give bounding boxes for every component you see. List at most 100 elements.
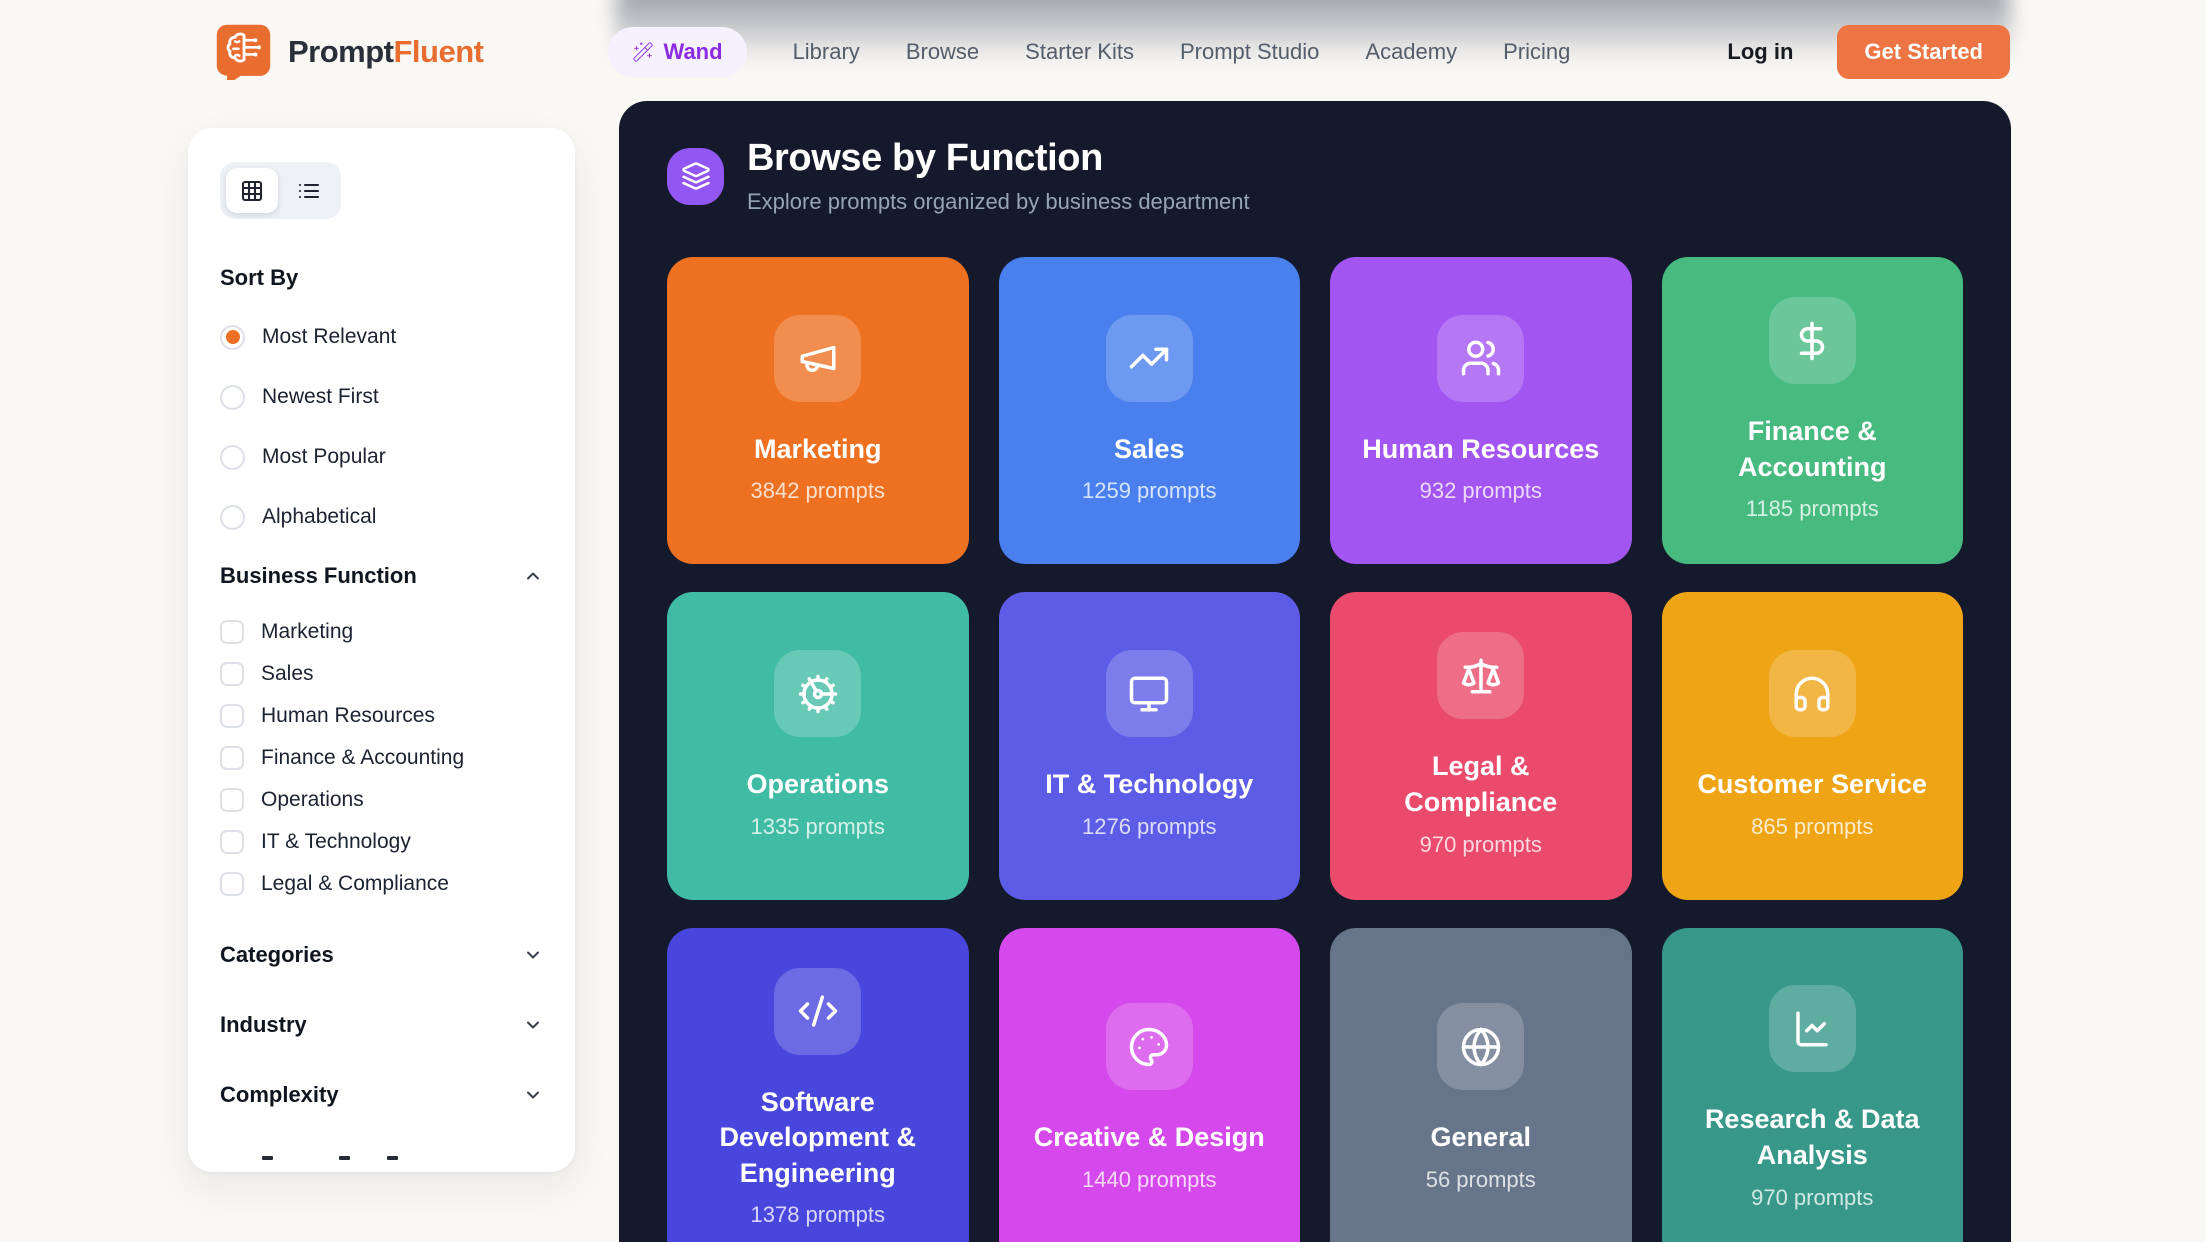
function-card-it-technology[interactable]: IT & Technology 1276 prompts [999, 592, 1301, 899]
business-function-section-header[interactable]: Business Function [220, 563, 543, 589]
function-card-count: 1440 prompts [1082, 1167, 1217, 1193]
sort-option[interactable]: Newest First [220, 383, 543, 411]
nav-item-academy[interactable]: Academy [1365, 39, 1457, 65]
business-function-options: Marketing Sales Human Resources Finance … [220, 617, 543, 898]
headphones-icon [1791, 673, 1833, 715]
function-card-title: Finance & Accounting [1690, 414, 1936, 485]
nav-item-pricing[interactable]: Pricing [1503, 39, 1570, 65]
function-card-title: General [1430, 1120, 1531, 1156]
function-card-title: Sales [1114, 432, 1185, 468]
cog-icon [797, 673, 839, 715]
checkbox[interactable] [220, 662, 244, 686]
sort-option[interactable]: Most Relevant [220, 323, 543, 351]
monitor-icon [1128, 673, 1170, 715]
function-card-title: Software Development & Engineering [695, 1085, 941, 1192]
business-function-option[interactable]: Operations [220, 785, 543, 814]
page-title: Browse by Function [747, 137, 1250, 180]
function-card-software-development-engineering[interactable]: Software Development & Engineering 1378 … [667, 928, 969, 1242]
function-card-count: 970 prompts [1751, 1185, 1873, 1211]
function-card-count: 1185 prompts [1746, 496, 1879, 522]
grid-icon [240, 179, 264, 203]
main-nav: Wand Library Browse Starter Kits Prompt Stud… [608, 27, 1571, 77]
function-card-finance-accounting[interactable]: Finance & Accounting 1185 prompts [1662, 257, 1964, 564]
sort-option[interactable]: Most Popular [220, 443, 543, 471]
function-card-title: Customer Service [1697, 767, 1927, 803]
radio-button[interactable] [220, 385, 245, 410]
nav-item-library[interactable]: Library [793, 39, 860, 65]
function-cards-grid: Marketing 3842 prompts Sales 1259 prompt… [667, 257, 1963, 1242]
browse-by-function-panel: Browse by Function Explore prompts organ… [619, 101, 2011, 1242]
filters-sidebar: Sort By Most Relevant Newest First Most … [188, 128, 575, 1172]
function-card-general[interactable]: General 56 prompts [1330, 928, 1632, 1242]
radio-button[interactable] [220, 325, 245, 350]
function-card-count: 1276 prompts [1082, 814, 1217, 840]
sort-by-heading: Sort By [220, 265, 543, 291]
function-card-research-data-analysis[interactable]: Research & Data Analysis 970 prompts [1662, 928, 1964, 1242]
checkbox-label: Human Resources [261, 704, 435, 728]
business-function-option[interactable]: Sales [220, 659, 543, 688]
checkbox[interactable] [220, 746, 244, 770]
business-function-option[interactable]: Human Resources [220, 701, 543, 730]
megaphone-icon [797, 337, 839, 379]
checkbox[interactable] [220, 704, 244, 728]
business-function-option[interactable]: IT & Technology [220, 827, 543, 856]
radio-button[interactable] [220, 445, 245, 470]
filter-section-categories[interactable]: Categories [220, 942, 543, 968]
top-header: PromptFluent Wand Library Browse Starter Ki… [0, 0, 2206, 103]
nav-item-prompt-studio[interactable]: Prompt Studio [1180, 39, 1319, 65]
function-card-title: Research & Data Analysis [1690, 1102, 1936, 1173]
function-card-count: 1335 prompts [750, 814, 885, 840]
function-card-count: 970 prompts [1420, 832, 1542, 858]
function-card-operations[interactable]: Operations 1335 prompts [667, 592, 969, 899]
login-link[interactable]: Log in [1727, 39, 1793, 65]
get-started-button[interactable]: Get Started [1837, 25, 2010, 79]
function-card-count: 865 prompts [1751, 814, 1873, 840]
palette-icon [1128, 1026, 1170, 1068]
checkbox[interactable] [220, 830, 244, 854]
function-card-human-resources[interactable]: Human Resources 932 prompts [1330, 257, 1632, 564]
function-card-legal-compliance[interactable]: Legal & Compliance 970 prompts [1330, 592, 1632, 899]
nav-item-browse[interactable]: Browse [906, 39, 979, 65]
business-function-option[interactable]: Marketing [220, 617, 543, 646]
radio-button[interactable] [220, 505, 245, 530]
function-card-creative-design[interactable]: Creative & Design 1440 prompts [999, 928, 1301, 1242]
brand-logo[interactable]: PromptFluent [215, 23, 484, 80]
function-card-title: Human Resources [1362, 432, 1599, 468]
nav-item-starter-kits[interactable]: Starter Kits [1025, 39, 1134, 65]
function-card-count: 932 prompts [1420, 478, 1542, 504]
function-card-sales[interactable]: Sales 1259 prompts [999, 257, 1301, 564]
nav-item-wand[interactable]: Wand [608, 27, 747, 77]
chevron-up-icon [523, 566, 543, 586]
checkbox-label: Finance & Accounting [261, 746, 464, 770]
filter-section-complexity[interactable]: Complexity [220, 1082, 543, 1108]
sort-option[interactable]: Alphabetical [220, 503, 543, 531]
function-card-count: 1378 prompts [750, 1202, 885, 1228]
checkbox-label: IT & Technology [261, 830, 411, 854]
checkbox[interactable] [220, 872, 244, 896]
checkbox[interactable] [220, 620, 244, 644]
sort-option-label: Most Relevant [262, 325, 396, 349]
function-card-title: Legal & Compliance [1358, 749, 1604, 820]
function-card-title: Creative & Design [1034, 1120, 1265, 1156]
layers-icon [667, 148, 724, 205]
sort-options: Most Relevant Newest First Most Popular … [220, 323, 543, 531]
chart-line-icon [1791, 1008, 1833, 1050]
checkbox[interactable] [220, 788, 244, 812]
function-card-marketing[interactable]: Marketing 3842 prompts [667, 257, 969, 564]
business-function-option[interactable]: Legal & Compliance [220, 869, 543, 898]
brand-logo-icon [215, 23, 272, 80]
scale-icon [1460, 655, 1502, 697]
business-function-option[interactable]: Finance & Accounting [220, 743, 543, 772]
chevron-down-icon [523, 1015, 543, 1035]
filter-section-industry[interactable]: Industry [220, 1012, 543, 1038]
sort-option-label: Newest First [262, 385, 379, 409]
sort-option-label: Most Popular [262, 445, 386, 469]
sort-option-label: Alphabetical [262, 505, 376, 529]
view-mode-toggle [220, 162, 341, 219]
function-card-customer-service[interactable]: Customer Service 865 prompts [1662, 592, 1964, 899]
list-view-button[interactable] [283, 168, 335, 213]
brand-name: PromptFluent [288, 34, 484, 70]
function-card-count: 56 prompts [1426, 1167, 1536, 1193]
grid-view-button[interactable] [226, 168, 278, 213]
function-card-count: 3842 prompts [750, 478, 885, 504]
